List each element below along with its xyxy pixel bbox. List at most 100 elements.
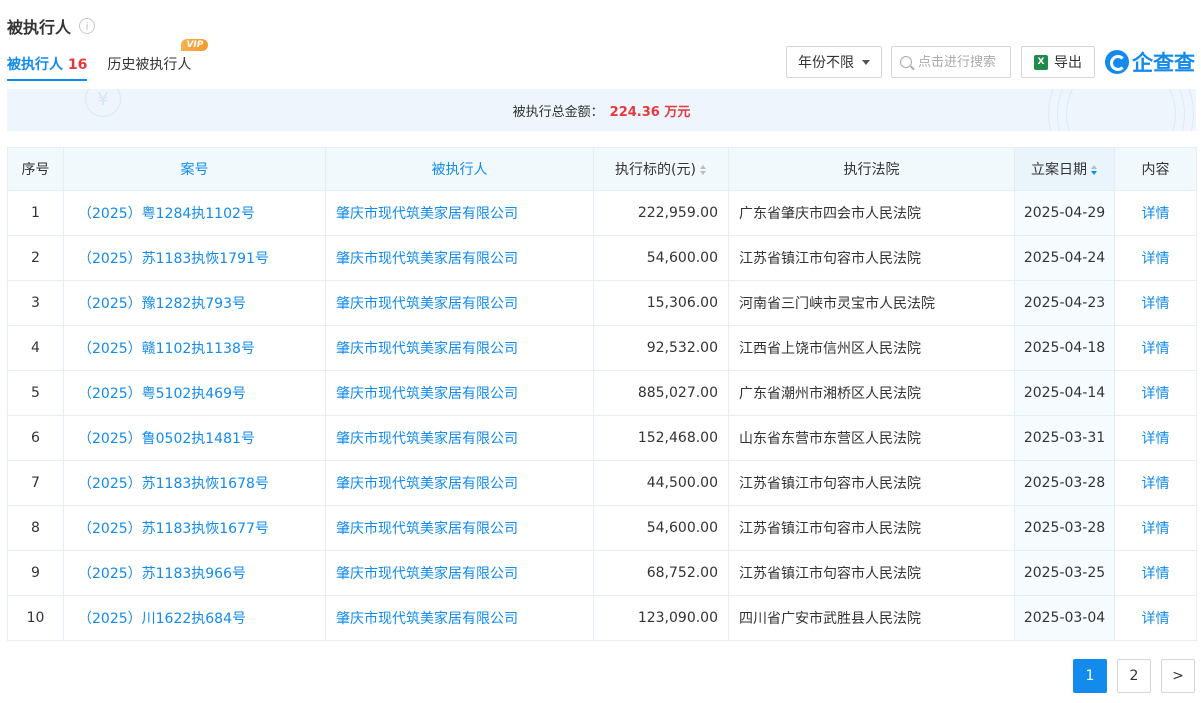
yen-decor-icon: ¥ — [85, 89, 121, 117]
date-cell: 2025-03-28 — [1014, 505, 1115, 551]
party-link[interactable]: 肇庆市现代筑美家居有限公司 — [325, 235, 594, 281]
party-link[interactable]: 肇庆市现代筑美家居有限公司 — [325, 370, 594, 416]
party-link[interactable]: 肇庆市现代筑美家居有限公司 — [325, 415, 594, 461]
table-row: 8 （2025）苏1183执恢1677号 肇庆市现代筑美家居有限公司 54,600.0… — [7, 505, 1197, 551]
row-index: 6 — [7, 415, 64, 461]
date-cell: 2025-04-18 — [1014, 325, 1115, 371]
detail-link[interactable]: 详情 — [1114, 190, 1197, 236]
detail-link[interactable]: 详情 — [1114, 325, 1197, 371]
case-number-link[interactable]: （2025）苏1183执恢1791号 — [63, 235, 326, 281]
date-cell: 2025-04-24 — [1014, 235, 1115, 281]
detail-link[interactable]: 详情 — [1114, 460, 1197, 506]
title-row: 被执行人 i — [7, 13, 96, 39]
tab-executed-person-count: 16 — [67, 57, 88, 73]
detail-link[interactable]: 详情 — [1114, 235, 1197, 281]
tab-executed-person[interactable]: 被执行人 16 — [7, 52, 88, 82]
tab-history-executed-person[interactable]: 历史被执行人 VIP — [107, 39, 209, 82]
info-icon[interactable]: i — [79, 18, 96, 34]
ring-decor-icon — [1066, 89, 1176, 131]
case-number-link[interactable]: （2025）鲁0502执1481号 — [63, 415, 326, 461]
summary-label: 被执行总金额： — [512, 104, 604, 120]
row-index: 1 — [7, 190, 64, 236]
date-cell: 2025-03-31 — [1014, 415, 1115, 461]
court-cell: 广东省潮州市湘桥区人民法院 — [728, 370, 1015, 416]
court-cell: 广东省肇庆市四会市人民法院 — [728, 190, 1015, 236]
case-number-link[interactable]: （2025）粤1284执1102号 — [63, 190, 326, 236]
court-cell: 江苏省镇江市句容市人民法院 — [728, 235, 1015, 281]
pagination: 1 2 > — [1063, 659, 1195, 693]
summary-amount: 224.36 万元 — [609, 104, 691, 120]
amount-cell: 15,306.00 — [593, 280, 729, 326]
brand-name: 企查查 — [1132, 51, 1195, 75]
amount-cell: 44,500.00 — [593, 460, 729, 506]
table-row: 9 （2025）苏1183执966号 肇庆市现代筑美家居有限公司 68,752.00 江… — [7, 550, 1197, 596]
party-link[interactable]: 肇庆市现代筑美家居有限公司 — [325, 460, 594, 506]
detail-link[interactable]: 详情 — [1114, 370, 1197, 416]
amount-cell: 92,532.00 — [593, 325, 729, 371]
party-link[interactable]: 肇庆市现代筑美家居有限公司 — [325, 595, 594, 641]
party-link[interactable]: 肇庆市现代筑美家居有限公司 — [325, 550, 594, 596]
detail-link[interactable]: 详情 — [1114, 280, 1197, 326]
detail-link[interactable]: 详情 — [1114, 415, 1197, 461]
amount-cell: 68,752.00 — [593, 550, 729, 596]
date-cell: 2025-04-29 — [1014, 190, 1115, 236]
table-row: 4 （2025）赣1102执1138号 肇庆市现代筑美家居有限公司 92,532.00… — [7, 325, 1197, 371]
next-page-button[interactable]: > — [1161, 659, 1195, 693]
case-number-link[interactable]: （2025）豫1282执793号 — [63, 280, 326, 326]
case-number-link[interactable]: （2025）粤5102执469号 — [63, 370, 326, 416]
table-row: 2 （2025）苏1183执恢1791号 肇庆市现代筑美家居有限公司 54,600.0… — [7, 235, 1197, 281]
header-index: 序号 — [7, 147, 64, 191]
header-court: 执行法院 — [728, 147, 1015, 191]
header-party: 被执行人 — [325, 147, 594, 191]
export-button[interactable]: X 导出 — [1021, 46, 1095, 78]
date-cell: 2025-03-04 — [1014, 595, 1115, 641]
detail-link[interactable]: 详情 — [1114, 550, 1197, 596]
party-link[interactable]: 肇庆市现代筑美家居有限公司 — [325, 325, 594, 371]
case-number-link[interactable]: （2025）苏1183执966号 — [63, 550, 326, 596]
amount-cell: 54,600.00 — [593, 235, 729, 281]
caret-down-icon — [862, 59, 870, 65]
court-cell: 江苏省镇江市句容市人民法院 — [728, 460, 1015, 506]
header-amount[interactable]: 执行标的(元) — [593, 147, 729, 191]
amount-cell: 54,600.00 — [593, 505, 729, 551]
amount-cell: 123,090.00 — [593, 595, 729, 641]
sort-desc-icon — [1091, 165, 1098, 175]
header-amount-label: 执行标的(元) — [615, 162, 696, 178]
case-number-link[interactable]: （2025）苏1183执恢1677号 — [63, 505, 326, 551]
court-cell: 江西省上饶市信州区人民法院 — [728, 325, 1015, 371]
table-row: 3 （2025）豫1282执793号 肇庆市现代筑美家居有限公司 15,306.00 河… — [7, 280, 1197, 326]
export-label: 导出 — [1054, 55, 1082, 71]
table-header-row: 序号 案号 被执行人 执行标的(元) 执行法院 立案日期 内容 — [7, 147, 1197, 191]
search-input[interactable] — [918, 54, 1008, 70]
page-button-1[interactable]: 1 — [1073, 659, 1107, 693]
search-box[interactable] — [891, 46, 1011, 78]
vip-badge: VIP — [181, 39, 209, 51]
row-index: 2 — [7, 235, 64, 281]
tab-history-label: 历史被执行人 — [107, 57, 192, 73]
case-number-link[interactable]: （2025）苏1183执恢1678号 — [63, 460, 326, 506]
detail-link[interactable]: 详情 — [1114, 595, 1197, 641]
summary-banner: ¥ 被执行总金额： 224.36 万元 — [7, 89, 1196, 131]
court-cell: 江苏省镇江市句容市人民法院 — [728, 505, 1015, 551]
date-cell: 2025-04-14 — [1014, 370, 1115, 416]
case-number-link[interactable]: （2025）赣1102执1138号 — [63, 325, 326, 371]
year-filter-select[interactable]: 年份不限 — [786, 46, 882, 78]
year-filter-value: 年份不限 — [798, 55, 854, 71]
amount-cell: 222,959.00 — [593, 190, 729, 236]
row-index: 5 — [7, 370, 64, 416]
header-date[interactable]: 立案日期 — [1014, 147, 1115, 191]
court-cell: 四川省广安市武胜县人民法院 — [728, 595, 1015, 641]
case-number-link[interactable]: （2025）川1622执684号 — [63, 595, 326, 641]
page-button-2[interactable]: 2 — [1117, 659, 1151, 693]
search-icon — [900, 56, 912, 68]
party-link[interactable]: 肇庆市现代筑美家居有限公司 — [325, 190, 594, 236]
table-row: 7 （2025）苏1183执恢1678号 肇庆市现代筑美家居有限公司 44,500.0… — [7, 460, 1197, 506]
amount-cell: 152,468.00 — [593, 415, 729, 461]
table-row: 5 （2025）粤5102执469号 肇庆市现代筑美家居有限公司 885,027.00… — [7, 370, 1197, 416]
row-index: 10 — [7, 595, 64, 641]
party-link[interactable]: 肇庆市现代筑美家居有限公司 — [325, 280, 594, 326]
party-link[interactable]: 肇庆市现代筑美家居有限公司 — [325, 505, 594, 551]
header-content: 内容 — [1114, 147, 1197, 191]
detail-link[interactable]: 详情 — [1114, 505, 1197, 551]
executed-person-table: 序号 案号 被执行人 执行标的(元) 执行法院 立案日期 内容 1 （2025）粤… — [7, 147, 1197, 641]
